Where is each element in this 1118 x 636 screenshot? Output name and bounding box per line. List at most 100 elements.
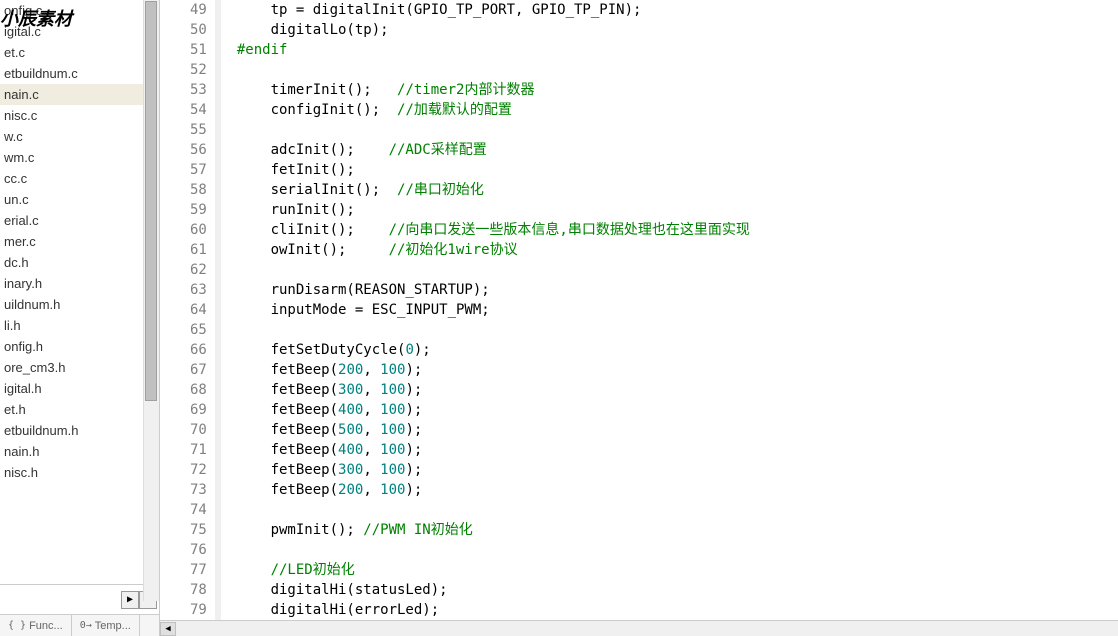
fold-marker[interactable] <box>221 320 235 340</box>
code-line[interactable]: adcInit(); //ADC采样配置 <box>237 140 1118 160</box>
fold-marker[interactable] <box>221 460 235 480</box>
code-line[interactable]: fetBeep(300, 100); <box>237 380 1118 400</box>
sidebar-scrollbar[interactable] <box>143 0 159 601</box>
code-line[interactable]: digitalLo(tp); <box>237 20 1118 40</box>
line-number: 58 <box>190 180 207 200</box>
fold-marker[interactable] <box>221 500 235 520</box>
fold-marker[interactable] <box>221 540 235 560</box>
file-list[interactable]: onfig.cigital.cet.cetbuildnum.cnain.cnis… <box>0 0 159 584</box>
code-line[interactable]: configInit(); //加载默认的配置 <box>237 100 1118 120</box>
fold-marker[interactable] <box>221 220 235 240</box>
file-item[interactable]: wm.c <box>0 147 159 168</box>
fold-marker[interactable] <box>221 340 235 360</box>
code-line[interactable]: runInit(); <box>237 200 1118 220</box>
file-item[interactable]: et.h <box>0 399 159 420</box>
file-item[interactable]: nisc.h <box>0 462 159 483</box>
tab-label: Temp... <box>95 620 131 632</box>
fold-marker[interactable] <box>221 380 235 400</box>
file-item[interactable]: cc.c <box>0 168 159 189</box>
file-item[interactable]: etbuildnum.h <box>0 420 159 441</box>
file-item[interactable]: onfig.h <box>0 336 159 357</box>
fold-marker[interactable] <box>221 440 235 460</box>
fold-marker[interactable] <box>221 0 235 20</box>
code-line[interactable]: digitalHi(errorLed); <box>237 600 1118 620</box>
code-line[interactable]: fetBeep(200, 100); <box>237 480 1118 500</box>
bottom-tab[interactable]: 0→Temp... <box>72 615 140 636</box>
file-item[interactable]: igital.h <box>0 378 159 399</box>
code-text-area[interactable]: tp = digitalInit(GPIO_TP_PORT, GPIO_TP_P… <box>235 0 1118 620</box>
fold-marker[interactable] <box>221 420 235 440</box>
file-item[interactable]: ore_cm3.h <box>0 357 159 378</box>
fold-column[interactable] <box>221 0 235 620</box>
code-line[interactable]: pwmInit(); //PWM IN初始化 <box>237 520 1118 540</box>
fold-marker[interactable] <box>221 480 235 500</box>
code-line[interactable]: //LED初始化 <box>237 560 1118 580</box>
fold-marker[interactable] <box>221 140 235 160</box>
file-item[interactable]: li.h <box>0 315 159 336</box>
code-line[interactable] <box>237 60 1118 80</box>
fold-marker[interactable] <box>221 180 235 200</box>
file-item[interactable]: nain.h <box>0 441 159 462</box>
sidebar-bottom-toolbar: ▶ ▼ <box>0 584 159 614</box>
fold-marker[interactable] <box>221 100 235 120</box>
code-line[interactable]: fetBeep(400, 100); <box>237 400 1118 420</box>
code-line[interactable]: digitalHi(statusLed); <box>237 580 1118 600</box>
file-item[interactable]: uildnum.h <box>0 294 159 315</box>
file-item[interactable]: nisc.c <box>0 105 159 126</box>
fold-marker[interactable] <box>221 80 235 100</box>
line-number: 66 <box>190 340 207 360</box>
file-item[interactable]: dc.h <box>0 252 159 273</box>
fold-marker[interactable] <box>221 280 235 300</box>
file-item[interactable]: etbuildnum.c <box>0 63 159 84</box>
scrollbar-thumb[interactable] <box>145 1 157 401</box>
file-item[interactable]: inary.h <box>0 273 159 294</box>
tab-icon: { } <box>8 620 26 631</box>
fold-marker[interactable] <box>221 160 235 180</box>
fold-marker[interactable] <box>221 400 235 420</box>
fold-marker[interactable] <box>221 360 235 380</box>
code-line[interactable]: fetSetDutyCycle(0); <box>237 340 1118 360</box>
code-line[interactable]: owInit(); //初始化1wire协议 <box>237 240 1118 260</box>
horizontal-scrollbar[interactable]: ◀ <box>160 620 1118 636</box>
fold-marker[interactable] <box>221 40 235 60</box>
fold-marker[interactable] <box>221 200 235 220</box>
line-number: 53 <box>190 80 207 100</box>
fold-marker[interactable] <box>221 120 235 140</box>
fold-marker[interactable] <box>221 560 235 580</box>
fold-marker[interactable] <box>221 240 235 260</box>
code-line[interactable] <box>237 120 1118 140</box>
fold-marker[interactable] <box>221 60 235 80</box>
code-container[interactable]: 4950515253545556575859606162636465666768… <box>160 0 1118 620</box>
code-line[interactable]: cliInit(); //向串口发送一些版本信息,串口数据处理也在这里面实现 <box>237 220 1118 240</box>
code-line[interactable]: runDisarm(REASON_STARTUP); <box>237 280 1118 300</box>
code-line[interactable]: fetBeep(300, 100); <box>237 460 1118 480</box>
code-line[interactable]: fetInit(); <box>237 160 1118 180</box>
file-item[interactable]: un.c <box>0 189 159 210</box>
file-item[interactable]: nain.c <box>0 84 159 105</box>
code-line[interactable] <box>237 540 1118 560</box>
scroll-left-button[interactable]: ◀ <box>160 622 176 636</box>
file-item[interactable]: w.c <box>0 126 159 147</box>
fold-marker[interactable] <box>221 300 235 320</box>
code-line[interactable]: fetBeep(400, 100); <box>237 440 1118 460</box>
code-line[interactable]: fetBeep(200, 100); <box>237 360 1118 380</box>
code-line[interactable]: fetBeep(500, 100); <box>237 420 1118 440</box>
code-line[interactable]: serialInit(); //串口初始化 <box>237 180 1118 200</box>
nav-right-button[interactable]: ▶ <box>121 591 139 609</box>
file-item[interactable]: et.c <box>0 42 159 63</box>
code-line[interactable] <box>237 260 1118 280</box>
file-item[interactable]: erial.c <box>0 210 159 231</box>
code-line[interactable]: inputMode = ESC_INPUT_PWM; <box>237 300 1118 320</box>
fold-marker[interactable] <box>221 260 235 280</box>
fold-marker[interactable] <box>221 20 235 40</box>
fold-marker[interactable] <box>221 600 235 620</box>
code-line[interactable] <box>237 500 1118 520</box>
code-line[interactable] <box>237 320 1118 340</box>
code-line[interactable]: tp = digitalInit(GPIO_TP_PORT, GPIO_TP_P… <box>237 0 1118 20</box>
fold-marker[interactable] <box>221 520 235 540</box>
code-line[interactable]: timerInit(); //timer2内部计数器 <box>237 80 1118 100</box>
bottom-tab[interactable]: { }Func... <box>0 615 72 636</box>
fold-marker[interactable] <box>221 580 235 600</box>
code-line[interactable]: #endif <box>237 40 1118 60</box>
file-item[interactable]: mer.c <box>0 231 159 252</box>
